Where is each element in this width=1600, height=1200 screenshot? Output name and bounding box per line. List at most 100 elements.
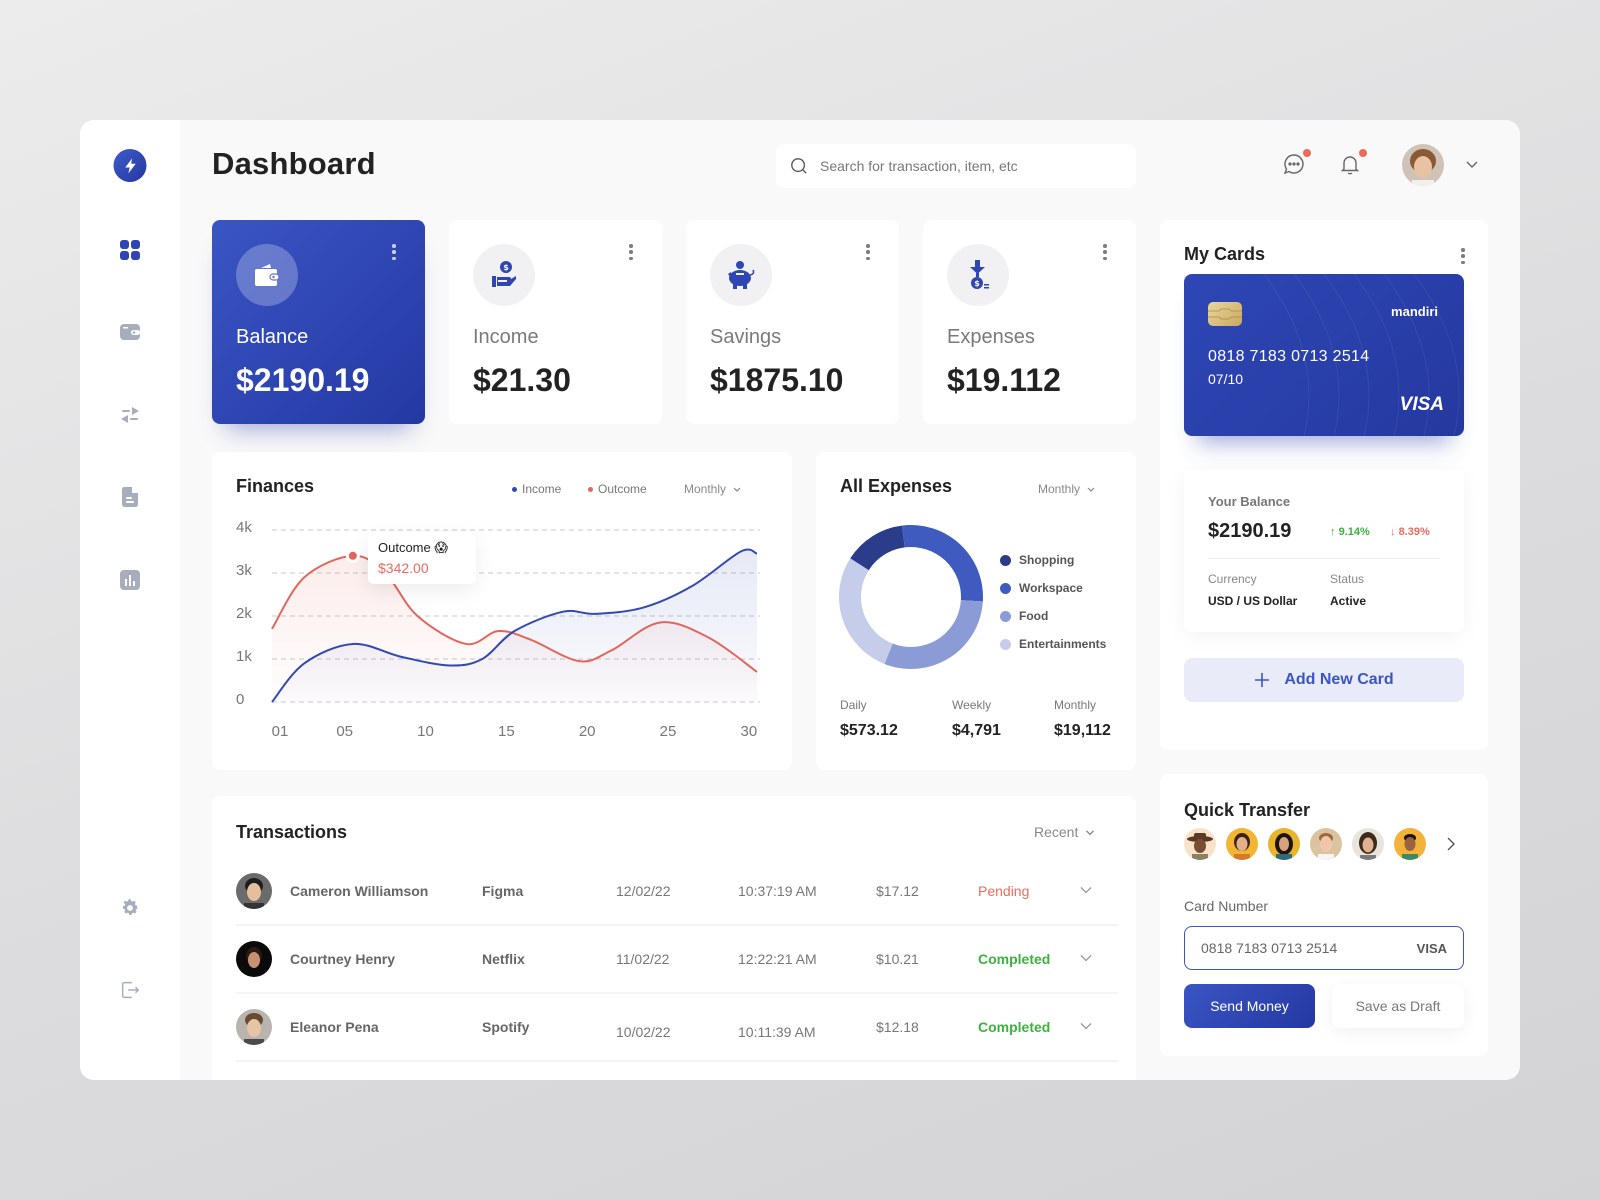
chevron-down-icon [1080,955,1092,962]
bank-card[interactable]: mandiri 0818 7183 0713 2514 07/10 VISA [1184,274,1464,436]
contact-avatar[interactable] [1268,828,1300,860]
donut-slice-food[interactable] [884,600,983,669]
contact-avatar[interactable] [1226,828,1258,860]
chevron-down-icon [1080,1023,1092,1030]
expenses-period-dropdown[interactable]: Monthly [1038,482,1096,496]
contact-avatar[interactable] [1310,828,1342,860]
stat-label: Monthly [1054,698,1097,712]
search-input[interactable] [820,158,1110,174]
stat-value: $2190.19 [236,362,370,398]
sidebar-item-dashboard[interactable] [118,238,142,262]
chevron-down-icon [1086,830,1095,836]
send-money-button[interactable]: Send Money [1184,984,1315,1028]
user-avatar[interactable] [1402,144,1444,186]
x-tick-label: 30 [740,723,758,740]
donut-slice-workspace[interactable] [901,525,983,602]
notifications-button[interactable] [1338,149,1367,178]
stat-label: Balance [236,326,309,348]
stat-card-savings[interactable]: Savings $1875.10 [686,220,899,424]
stat-card-expenses[interactable]: $ Expenses $19.112 [923,220,1136,424]
legend-item: Shopping [1000,546,1106,574]
wallet-icon [120,324,140,340]
stat-label: Income [473,326,539,348]
save-draft-button[interactable]: Save as Draft [1332,984,1464,1028]
x-tick-label: 10 [417,723,434,740]
stat-value: $573.12 [840,722,898,739]
card-chip-icon [1208,302,1242,326]
currency-value: USD / US Dollar [1208,594,1298,608]
legend-label: Food [1019,609,1049,623]
finances-panel: Finances Income Outcome Monthly 4k 3k 2k… [212,452,792,770]
expenses-title: All Expenses [840,476,953,496]
legend-dot [1000,638,1011,650]
tx-app: Netflix [482,951,525,967]
add-new-card-button[interactable]: Add New Card [1184,658,1464,702]
more-options-button[interactable] [1458,248,1468,264]
logout-button[interactable] [118,978,142,1002]
divider [1208,558,1440,559]
card-brand-logo: VISA [1399,394,1444,415]
tx-status: Completed [978,1019,1051,1035]
button-label: Add New Card [1284,671,1394,688]
dropdown-value: Recent [1034,824,1079,840]
account-menu-chevron[interactable] [1464,156,1480,172]
donut-slice-entertainments[interactable] [839,558,893,664]
sidebar [80,120,180,1080]
more-options-button[interactable] [389,244,399,260]
card-bank-logo: mandiri [1391,304,1438,319]
expense-weekly: Weekly $4,791 [952,698,1001,740]
chevron-right-icon [1447,837,1455,851]
my-cards-title: My Cards [1184,244,1266,264]
more-options-button[interactable] [863,244,873,260]
contact-avatar[interactable] [1394,828,1426,860]
expand-row-button[interactable] [1078,882,1094,901]
donut-legend: Shopping Workspace Food Entertainments [1000,546,1106,658]
x-tick-label: 15 [497,723,515,740]
change-value: 9.14% [1338,526,1370,538]
sidebar-item-transfer[interactable] [118,403,142,427]
annotation-marker[interactable] [348,551,357,560]
plus-icon [1255,673,1270,687]
donut-slice-shopping[interactable] [850,525,905,571]
stat-card-income[interactable]: $ Income $21.30 [449,220,662,424]
table-row[interactable]: Courtney Henry Netflix 11/02/22 12:22:21… [236,926,1118,994]
expense-daily: Daily $573.12 [840,698,898,740]
chart-tooltip: Outcome 😱 $342.00 [368,532,476,584]
sidebar-item-documents[interactable] [118,485,142,509]
sidebar-item-wallet[interactable] [118,320,142,344]
contacts-next-button[interactable] [1444,836,1458,857]
messages-button[interactable] [1282,149,1311,178]
search-bar[interactable] [776,144,1136,188]
stat-card-balance[interactable]: Balance $2190.19 [212,220,425,424]
stat-value: $19,112 [1054,722,1111,739]
expand-row-button[interactable] [1078,950,1094,969]
contact-avatar[interactable] [1184,828,1216,860]
sidebar-item-reports[interactable] [118,568,142,592]
stat-value: $21.30 [473,362,571,398]
expand-row-button[interactable] [1078,1018,1094,1037]
stat-label: Daily [840,698,867,712]
status-value: Active [1330,594,1367,608]
more-options-button[interactable] [626,244,636,260]
tx-name: Eleanor Pena [290,1019,379,1035]
svg-text:$: $ [503,263,509,272]
card-balance-box: Your Balance $2190.19 ↑ 9.14% ↓ 8.39% Cu… [1184,470,1464,632]
card-number-input[interactable] [1201,940,1381,956]
tx-amount: $17.12 [876,883,919,899]
table-row[interactable]: Eleanor Pena Spotify 10/02/22 10:11:39 A… [236,994,1118,1062]
legend-dot [1000,610,1011,622]
card-number-field[interactable]: VISA [1184,926,1464,970]
tooltip-value: $342.00 [378,560,429,576]
settings-button[interactable] [118,896,142,920]
gear-icon [123,899,138,915]
bolt-logo-icon[interactable] [113,149,147,182]
card-number: 0818 7183 0713 2514 [1208,348,1370,365]
chevron-down-icon [1466,161,1478,168]
contact-avatar[interactable] [1352,828,1384,860]
table-row[interactable]: Cameron Williamson Figma 12/02/22 10:37:… [236,858,1118,926]
transactions-sort-dropdown[interactable]: Recent [1034,824,1096,840]
more-options-button[interactable] [1100,244,1110,260]
legend-item: Food [1000,602,1106,630]
tx-time: 10:37:19 AM [738,883,817,899]
legend-dot [1000,554,1011,566]
